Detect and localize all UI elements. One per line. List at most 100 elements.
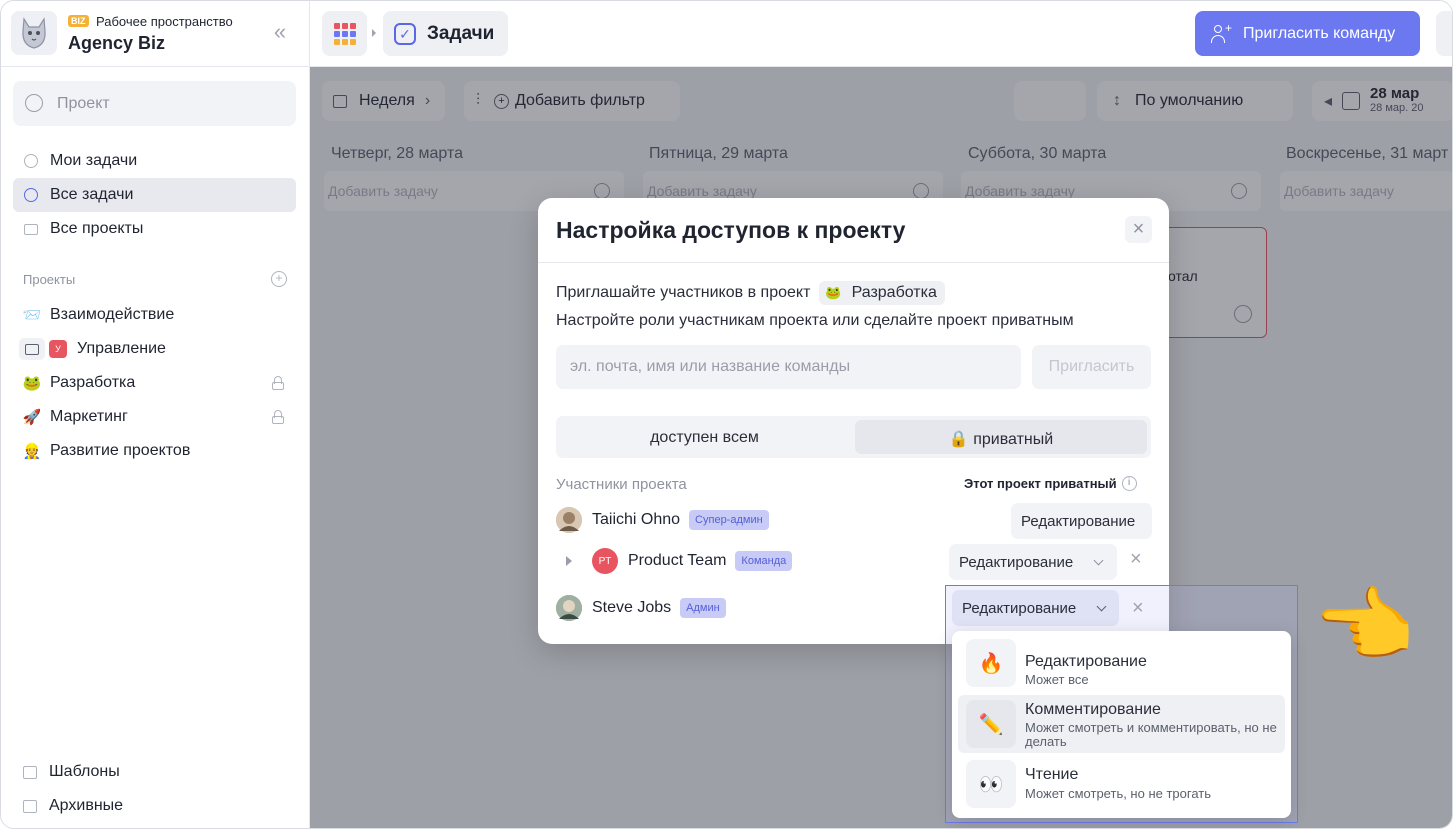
- tasks-check-icon: ✓: [394, 22, 416, 45]
- folder-icon: [19, 338, 45, 360]
- invite-team-button[interactable]: + Пригласить команду: [1195, 11, 1420, 56]
- workspace-name: Agency Biz: [68, 33, 166, 53]
- project-label: Разработка: [50, 374, 136, 391]
- rocket-icon: 🚀: [22, 409, 42, 426]
- project-access-modal: Настройка доступов к проекту × Приглашай…: [538, 198, 1169, 644]
- add-user-icon: +: [1211, 21, 1232, 44]
- project-item-marketing[interactable]: 🚀 Маркетинг: [13, 400, 296, 434]
- workspace-header[interactable]: BIZ Рабочее пространство Agency Biz «: [1, 1, 310, 67]
- sidebar: BIZ Рабочее пространство Agency Biz « Пр…: [1, 1, 310, 828]
- project-chip: 🐸 Разработка: [819, 281, 945, 305]
- nav-templates[interactable]: Шаблоны: [23, 763, 120, 781]
- collapse-sidebar-icon[interactable]: «: [269, 21, 291, 45]
- project-item-development[interactable]: 🐸 Разработка: [13, 366, 296, 400]
- visibility-private-label: 🔒 приватный: [948, 431, 1054, 448]
- nav-label: Мои задачи: [50, 152, 138, 169]
- project-badge: У: [49, 340, 67, 358]
- breadcrumb-separator-icon: [372, 29, 376, 37]
- search-placeholder: Проект: [57, 95, 110, 112]
- invite-email-input[interactable]: эл. почта, имя или название команды: [556, 345, 1021, 389]
- member-row: PT Product Team Команда: [556, 546, 793, 576]
- remove-member-icon[interactable]: ×: [1132, 597, 1144, 620]
- project-item-interaction[interactable]: 📨 Взаимодействие: [13, 298, 296, 332]
- invite-submit-button[interactable]: Пригласить: [1032, 345, 1151, 389]
- pen-icon: ✏️: [966, 700, 1016, 748]
- project-item-growth[interactable]: 👷 Развитие проектов: [13, 434, 296, 468]
- invite-submit-label: Пригласить: [1048, 358, 1135, 375]
- project-label: Маркетинг: [50, 408, 128, 425]
- chevron-down-icon: [1093, 555, 1104, 566]
- invite-team-label: Пригласить команду: [1243, 24, 1396, 42]
- templates-icon: [23, 765, 37, 779]
- role-option-desc: Может смотреть, но не трогать: [1025, 786, 1212, 801]
- project-search[interactable]: Проект: [13, 81, 296, 126]
- project-label: Взаимодействие: [50, 306, 175, 323]
- members-label: Участники проекта: [556, 476, 687, 493]
- project-label: Управление: [77, 340, 166, 357]
- member-role-label: Редактирование: [959, 554, 1074, 571]
- invite-email-placeholder: эл. почта, имя или название команды: [570, 358, 851, 375]
- info-icon[interactable]: i: [1121, 476, 1137, 491]
- nav-my-tasks[interactable]: Мои задачи: [13, 144, 296, 178]
- private-note: Этот проект приватный i: [964, 476, 1137, 491]
- member-row: Steve Jobs Админ: [556, 593, 726, 623]
- avatar: [556, 595, 582, 621]
- role-option-read[interactable]: 👀 Чтение Может смотреть, но не трогать: [958, 755, 1285, 813]
- role-tag: Команда: [735, 551, 793, 571]
- pointing-hand-icon: 👈: [1313, 581, 1416, 672]
- breadcrumb-label: Задачи: [427, 22, 495, 44]
- role-tag: Супер-админ: [689, 510, 769, 530]
- roles-description: Настройте роли участникам проекта или сд…: [556, 312, 1074, 329]
- member-role-select-open[interactable]: Редактирование: [952, 590, 1119, 626]
- topbar: ✓ Задачи + Пригласить команду: [310, 1, 1452, 67]
- divider: [538, 262, 1169, 263]
- visibility-public-option[interactable]: доступен всем: [556, 420, 853, 454]
- member-role-label: Редактирование: [1021, 513, 1136, 530]
- nav-label: Шаблоны: [49, 763, 120, 780]
- role-option-title: Чтение: [1025, 766, 1079, 783]
- team-avatar: PT: [592, 548, 618, 574]
- role-option-edit[interactable]: 🔥 Редактирование Может все: [958, 635, 1285, 693]
- member-name: Product Team: [628, 552, 727, 569]
- notifications-button[interactable]: [1436, 11, 1452, 56]
- role-option-comment[interactable]: ✏️ Комментирование Может смотреть и комм…: [958, 695, 1285, 753]
- workspace-label: Рабочее пространство: [96, 14, 233, 29]
- nav-all-tasks[interactable]: Все задачи: [13, 178, 296, 212]
- role-dropdown: 🔥 Редактирование Может все ✏️ Комментиро…: [952, 631, 1291, 818]
- project-label: Развитие проектов: [50, 442, 191, 459]
- nav-label: Все задачи: [50, 186, 134, 203]
- workspace-logo: [11, 11, 57, 55]
- lock-icon: [272, 410, 284, 424]
- invite-description: Приглашайте участников в проект 🐸 Разраб…: [556, 281, 945, 305]
- nav-all-projects[interactable]: Все проекты: [13, 212, 296, 246]
- visibility-toggle: доступен всем 🔒 приватный: [556, 416, 1151, 458]
- apps-grid-button[interactable]: [322, 11, 367, 56]
- member-role-select[interactable]: Редактирование: [1011, 503, 1152, 539]
- member-row: Taiichi Ohno Супер-админ: [556, 505, 769, 535]
- visibility-public-label: доступен всем: [650, 429, 759, 446]
- project-item-management[interactable]: У Управление: [13, 332, 296, 366]
- eyes-icon: 👀: [966, 760, 1016, 808]
- role-tag: Админ: [680, 598, 726, 618]
- check-circle-icon: [23, 187, 39, 203]
- invite-text: Приглашайте участников в проект: [556, 284, 811, 301]
- private-note-label: Этот проект приватный: [964, 476, 1117, 491]
- role-option-title: Редактирование: [1025, 653, 1147, 670]
- add-project-icon[interactable]: +: [271, 271, 287, 287]
- nav-archive[interactable]: Архивные: [23, 797, 123, 815]
- chevron-down-icon: [1096, 601, 1107, 612]
- nav-label: Все проекты: [50, 220, 144, 237]
- project-chip-label: Разработка: [851, 284, 937, 301]
- remove-member-icon[interactable]: ×: [1130, 548, 1142, 571]
- app-window: BIZ Рабочее пространство Agency Biz « Пр…: [0, 0, 1453, 829]
- member-name: Steve Jobs: [592, 599, 672, 616]
- close-icon[interactable]: ×: [1125, 216, 1152, 243]
- breadcrumb-tasks[interactable]: ✓ Задачи: [383, 11, 508, 56]
- folder-icon: [23, 221, 39, 237]
- member-role-select[interactable]: Редактирование: [949, 544, 1117, 580]
- expand-team-icon[interactable]: [566, 556, 572, 566]
- visibility-private-option[interactable]: 🔒 приватный: [855, 420, 1147, 454]
- frog-icon: 🐸: [22, 375, 42, 392]
- role-option-title: Комментирование: [1025, 701, 1161, 718]
- archive-icon: [23, 799, 37, 813]
